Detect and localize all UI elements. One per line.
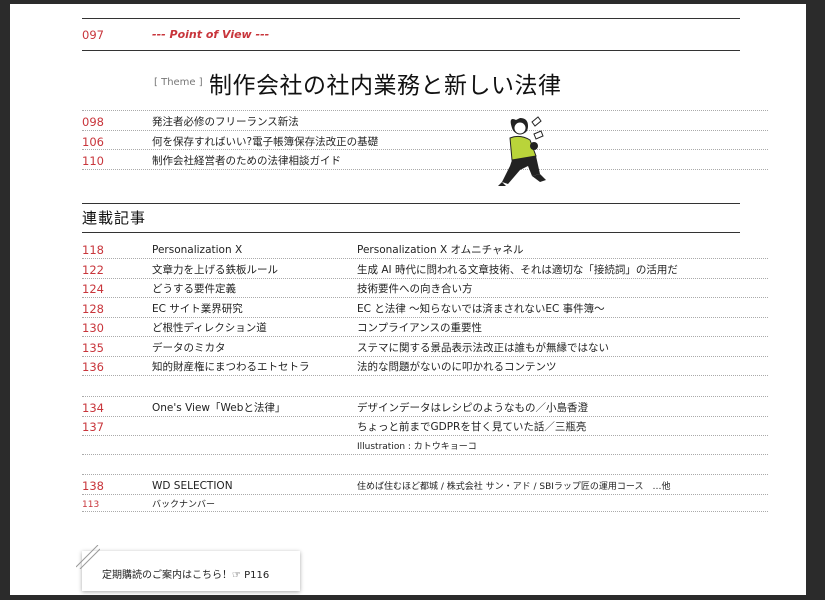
serial-item-series: 文章力を上げる鉄板ルール: [152, 264, 278, 276]
divider: [82, 356, 768, 357]
top-rule: [82, 18, 740, 19]
serial-item-series: Personalization X: [152, 244, 243, 256]
serial-item-title: ステマに関する景品表示法改正は誰もが無縁ではない: [357, 342, 609, 354]
divider: [82, 474, 768, 475]
divider: [82, 297, 768, 298]
selection-page: 138: [82, 479, 104, 493]
selection-title: 住めば住むほど都城 / 株式会社 サン・アド / SBIラップ匠の運用コース ……: [357, 482, 671, 492]
theme-item-title: 制作会社経営者のための法律相談ガイド: [152, 155, 341, 167]
serial-item-title: コンプライアンスの重要性: [357, 322, 483, 334]
serial-item-page: 118: [82, 243, 104, 257]
divider: [82, 454, 768, 455]
divider: [82, 149, 768, 150]
serial-heading: 連載記事: [82, 209, 147, 227]
divider: [82, 375, 768, 376]
divider: [82, 416, 768, 417]
serial-item-page: 122: [82, 263, 104, 277]
magazine-toc-page: 097 --- Point of View --- [ Theme ] 制作会社…: [10, 4, 806, 595]
serial-item-title: 法的な問題がないのに叩かれるコンテンツ: [357, 361, 557, 373]
divider: [82, 317, 768, 318]
pov-title: --- Point of View ---: [152, 28, 270, 41]
selection-series: WD SELECTION: [152, 480, 233, 492]
serial-item-title: 生成 AI 時代に問われる文章技術、それは適切な「接続詞」の活用だ: [357, 264, 678, 276]
divider: [82, 511, 768, 512]
theme-illustration: [498, 116, 546, 186]
oneview-item-page: 134: [82, 401, 104, 415]
theme-item-title: 何を保存すればいい?電子帳簿保存法改正の基礎: [152, 136, 379, 148]
oneview-item-title: ちょっと前までGDPRを甘く見ていた話／三瓶亮: [357, 421, 587, 433]
divider: [82, 494, 768, 495]
serial-item-page: 135: [82, 341, 104, 355]
theme-label: [ Theme ]: [154, 77, 203, 88]
divider: [82, 130, 768, 131]
serial-rule: [82, 203, 740, 204]
corner-fold-icon: [76, 545, 100, 569]
serial-item-series: EC サイト業界研究: [152, 303, 243, 315]
backnumber-page: 113: [82, 500, 100, 510]
serial-item-page: 124: [82, 282, 104, 296]
theme-item-page: 098: [82, 115, 104, 129]
divider: [82, 258, 768, 259]
theme-item-page: 110: [82, 154, 104, 168]
divider: [82, 110, 768, 111]
divider: [82, 336, 768, 337]
oneview-item-title: デザインデータはレシピのようなもの／小島香澄: [357, 402, 588, 414]
backnumber-title: バックナンバー: [152, 500, 216, 510]
serial-item-page: 130: [82, 321, 104, 335]
divider: [82, 278, 768, 279]
theme-item-title: 発注者必修のフリーランス新法: [152, 116, 299, 128]
theme-title: 制作会社の社内業務と新しい法律: [209, 73, 562, 99]
serial-item-series: 知的財産権にまつわるエトセトラ: [152, 361, 310, 373]
serial-underline: [82, 232, 740, 233]
oneview-item-series: One's View「Webと法律」: [152, 402, 286, 414]
serial-item-page: 128: [82, 302, 104, 316]
divider: [82, 396, 768, 397]
divider: [82, 169, 768, 170]
theme-item-page: 106: [82, 135, 104, 149]
serial-item-title: Personalization X オムニチャネル: [357, 244, 524, 256]
pov-rule: [82, 50, 740, 51]
serial-item-series: ど根性ディレクション道: [152, 322, 267, 334]
subscription-link[interactable]: 定期購読のご案内はこちら！☞ P116: [76, 545, 300, 591]
serial-item-page: 136: [82, 360, 104, 374]
serial-item-series: どうする要件定義: [152, 283, 236, 295]
divider: [82, 435, 768, 436]
serial-item-title: EC と法律 〜知らないでは済まされないEC 事件簿〜: [357, 303, 605, 315]
serial-item-title: 技術要件への向き合い方: [357, 283, 473, 295]
pov-page-number: 097: [82, 28, 104, 42]
illustration-credit: Illustration : カトウキョーコ: [357, 442, 477, 452]
subscription-text: 定期購読のご案内はこちら！☞ P116: [102, 570, 270, 581]
serial-item-series: データのミカタ: [152, 342, 226, 354]
oneview-item-page: 137: [82, 420, 104, 434]
